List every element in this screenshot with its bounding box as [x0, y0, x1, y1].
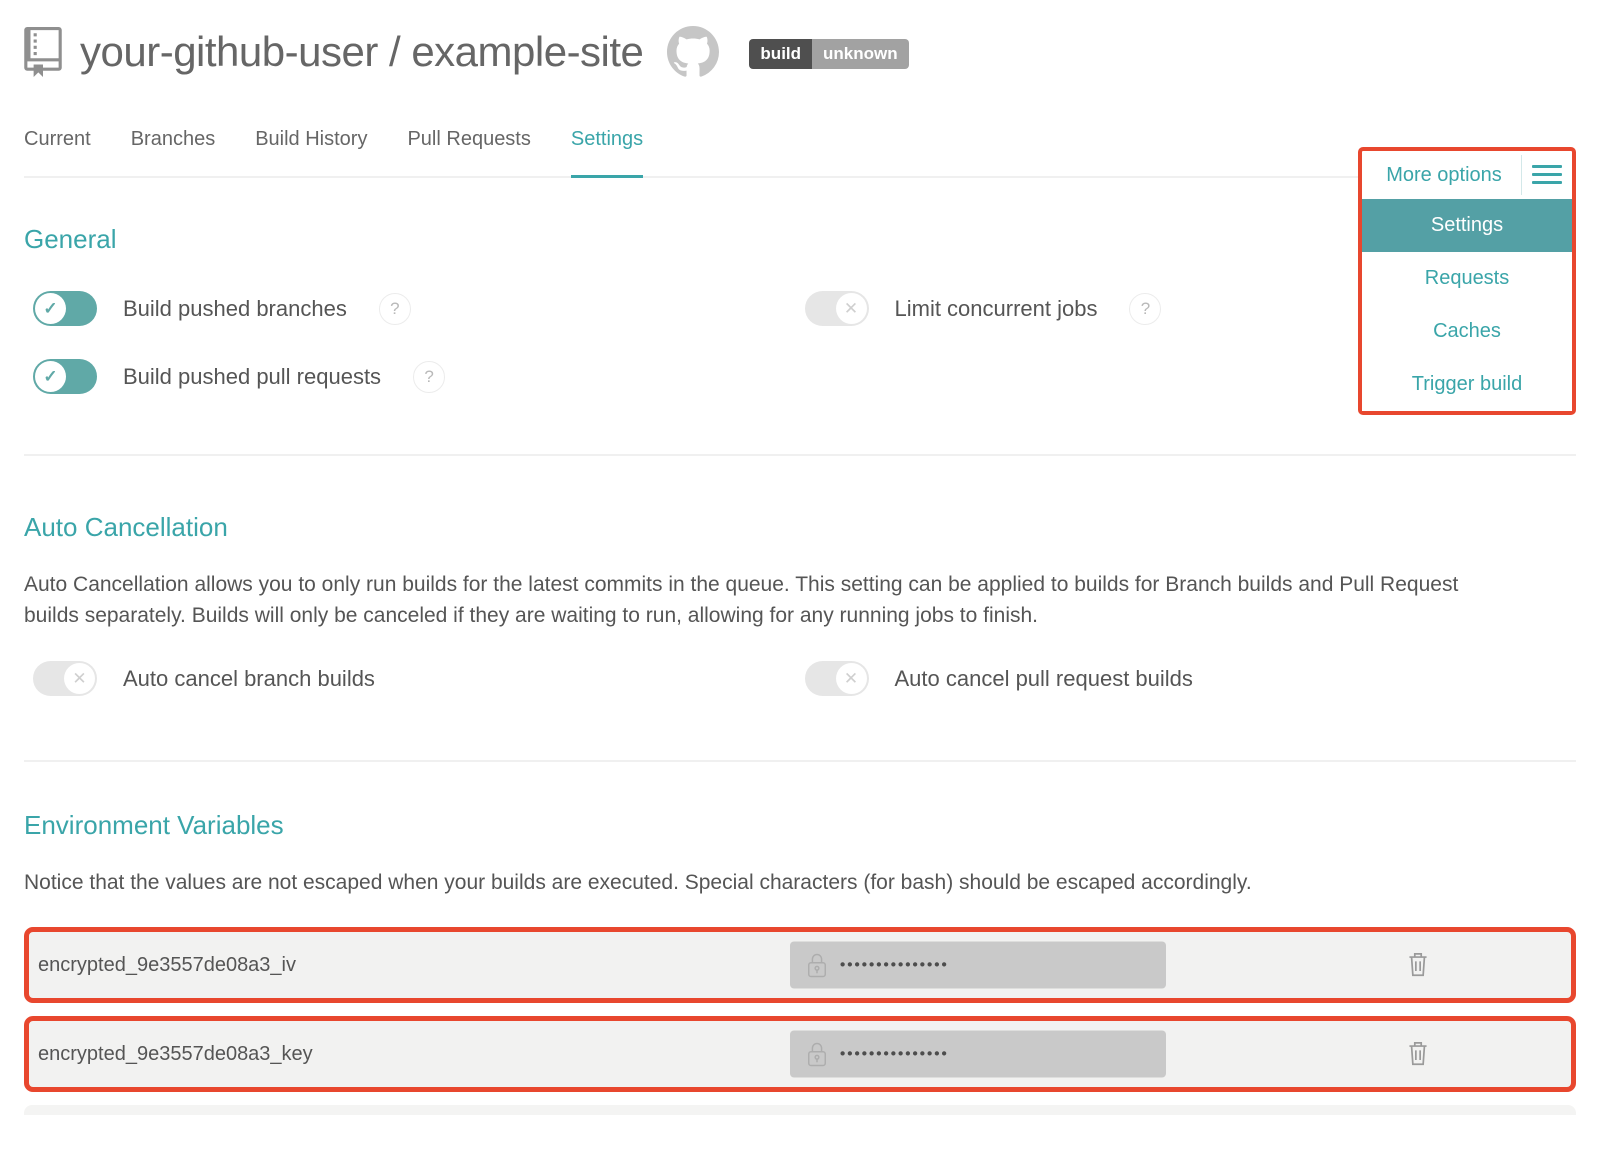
setting-auto-cancel-pull-request-builds: ✕ Auto cancel pull request builds — [805, 661, 1577, 696]
toggle-label: Auto cancel branch builds — [123, 666, 375, 692]
toggle-limit-concurrent-jobs[interactable]: ✕ — [805, 291, 869, 326]
masked-value-field[interactable]: ••••••••••••••• — [790, 1031, 1166, 1078]
badge-key: build — [749, 39, 812, 69]
section-environment-variables: Environment Variables Notice that the va… — [24, 810, 1576, 1115]
menu-item-caches[interactable]: Caches — [1362, 305, 1572, 358]
env-var-name: encrypted_9e3557de08a3_iv — [29, 954, 296, 977]
repo-book-icon — [24, 27, 62, 77]
toggle-knob-cross: ✕ — [836, 293, 867, 324]
badge-value: unknown — [812, 39, 909, 69]
environment-variables-heading: Environment Variables — [24, 810, 1576, 841]
setting-build-pushed-pull-requests: ✓ Build pushed pull requests ? — [33, 359, 805, 394]
setting-build-pushed-branches: ✓ Build pushed branches ? — [33, 291, 805, 326]
menu-item-requests[interactable]: Requests — [1362, 252, 1572, 305]
tab-settings[interactable]: Settings — [571, 128, 643, 178]
help-icon[interactable]: ? — [413, 361, 445, 393]
hamburger-icon[interactable] — [1532, 165, 1562, 189]
toggle-knob-cross: ✕ — [64, 663, 95, 694]
lock-icon — [806, 1040, 828, 1068]
section-divider — [24, 760, 1576, 762]
repo-tab-bar: Current Branches Build History Pull Requ… — [24, 128, 1576, 178]
toggle-label: Limit concurrent jobs — [895, 296, 1098, 322]
toggle-knob-check: ✓ — [35, 293, 66, 324]
auto-cancellation-heading: Auto Cancellation — [24, 512, 1576, 543]
env-var-row-iv: encrypted_9e3557de08a3_iv ••••••••••••••… — [24, 927, 1576, 1003]
lock-icon — [806, 951, 828, 979]
next-env-row-partial — [24, 1105, 1576, 1115]
tab-current[interactable]: Current — [24, 128, 91, 176]
more-options-menu: Settings Requests Caches Trigger build — [1362, 199, 1572, 411]
masked-value-field[interactable]: ••••••••••••••• — [790, 942, 1166, 989]
trash-icon — [1405, 1038, 1431, 1068]
dropdown-divider — [1521, 155, 1522, 195]
delete-variable-button[interactable] — [1405, 949, 1431, 982]
delete-variable-button[interactable] — [1405, 1038, 1431, 1071]
toggle-build-pushed-branches[interactable]: ✓ — [33, 291, 97, 326]
toggle-label: Build pushed pull requests — [123, 364, 381, 390]
env-vars-notice: Notice that the values are not escaped w… — [24, 871, 1576, 895]
repo-settings-page: your-github-user / example-site build un… — [0, 20, 1600, 1115]
help-icon[interactable]: ? — [379, 293, 411, 325]
tab-pull-requests[interactable]: Pull Requests — [407, 128, 530, 176]
toggle-label: Auto cancel pull request builds — [895, 666, 1193, 692]
page-header: your-github-user / example-site build un… — [24, 20, 1576, 84]
auto-cancellation-description: Auto Cancellation allows you to only run… — [24, 569, 1484, 631]
github-icon[interactable] — [667, 26, 719, 78]
tab-branches[interactable]: Branches — [131, 128, 216, 176]
menu-item-settings[interactable]: Settings — [1362, 199, 1572, 252]
more-options-dropdown: More options Settings Requests Caches Tr… — [1358, 147, 1576, 415]
masked-value-dots: ••••••••••••••• — [840, 957, 949, 974]
env-var-list: encrypted_9e3557de08a3_iv ••••••••••••••… — [24, 927, 1576, 1115]
section-divider — [24, 454, 1576, 456]
toggle-knob-cross: ✕ — [836, 663, 867, 694]
toggle-label: Build pushed branches — [123, 296, 347, 322]
toggle-knob-check: ✓ — [35, 361, 66, 392]
tab-build-history[interactable]: Build History — [255, 128, 367, 176]
trash-icon — [1405, 949, 1431, 979]
setting-auto-cancel-branch-builds: ✕ Auto cancel branch builds — [33, 661, 805, 696]
section-auto-cancellation: Auto Cancellation Auto Cancellation allo… — [24, 512, 1576, 696]
more-options-button[interactable]: More options — [1362, 151, 1572, 199]
menu-item-trigger-build[interactable]: Trigger build — [1362, 358, 1572, 411]
page-title: your-github-user / example-site — [80, 28, 643, 76]
build-status-badge: build unknown — [749, 39, 908, 69]
toggle-auto-cancel-branch-builds[interactable]: ✕ — [33, 661, 97, 696]
general-heading: General — [24, 224, 1576, 255]
masked-value-dots: ••••••••••••••• — [840, 1046, 949, 1063]
env-var-name: encrypted_9e3557de08a3_key — [29, 1043, 313, 1066]
env-var-row-key: encrypted_9e3557de08a3_key •••••••••••••… — [24, 1016, 1576, 1092]
toggle-build-pushed-pull-requests[interactable]: ✓ — [33, 359, 97, 394]
help-icon[interactable]: ? — [1129, 293, 1161, 325]
section-general: General ✓ Build pushed branches ? ✕ Limi… — [24, 224, 1576, 394]
toggle-auto-cancel-pull-request-builds[interactable]: ✕ — [805, 661, 869, 696]
